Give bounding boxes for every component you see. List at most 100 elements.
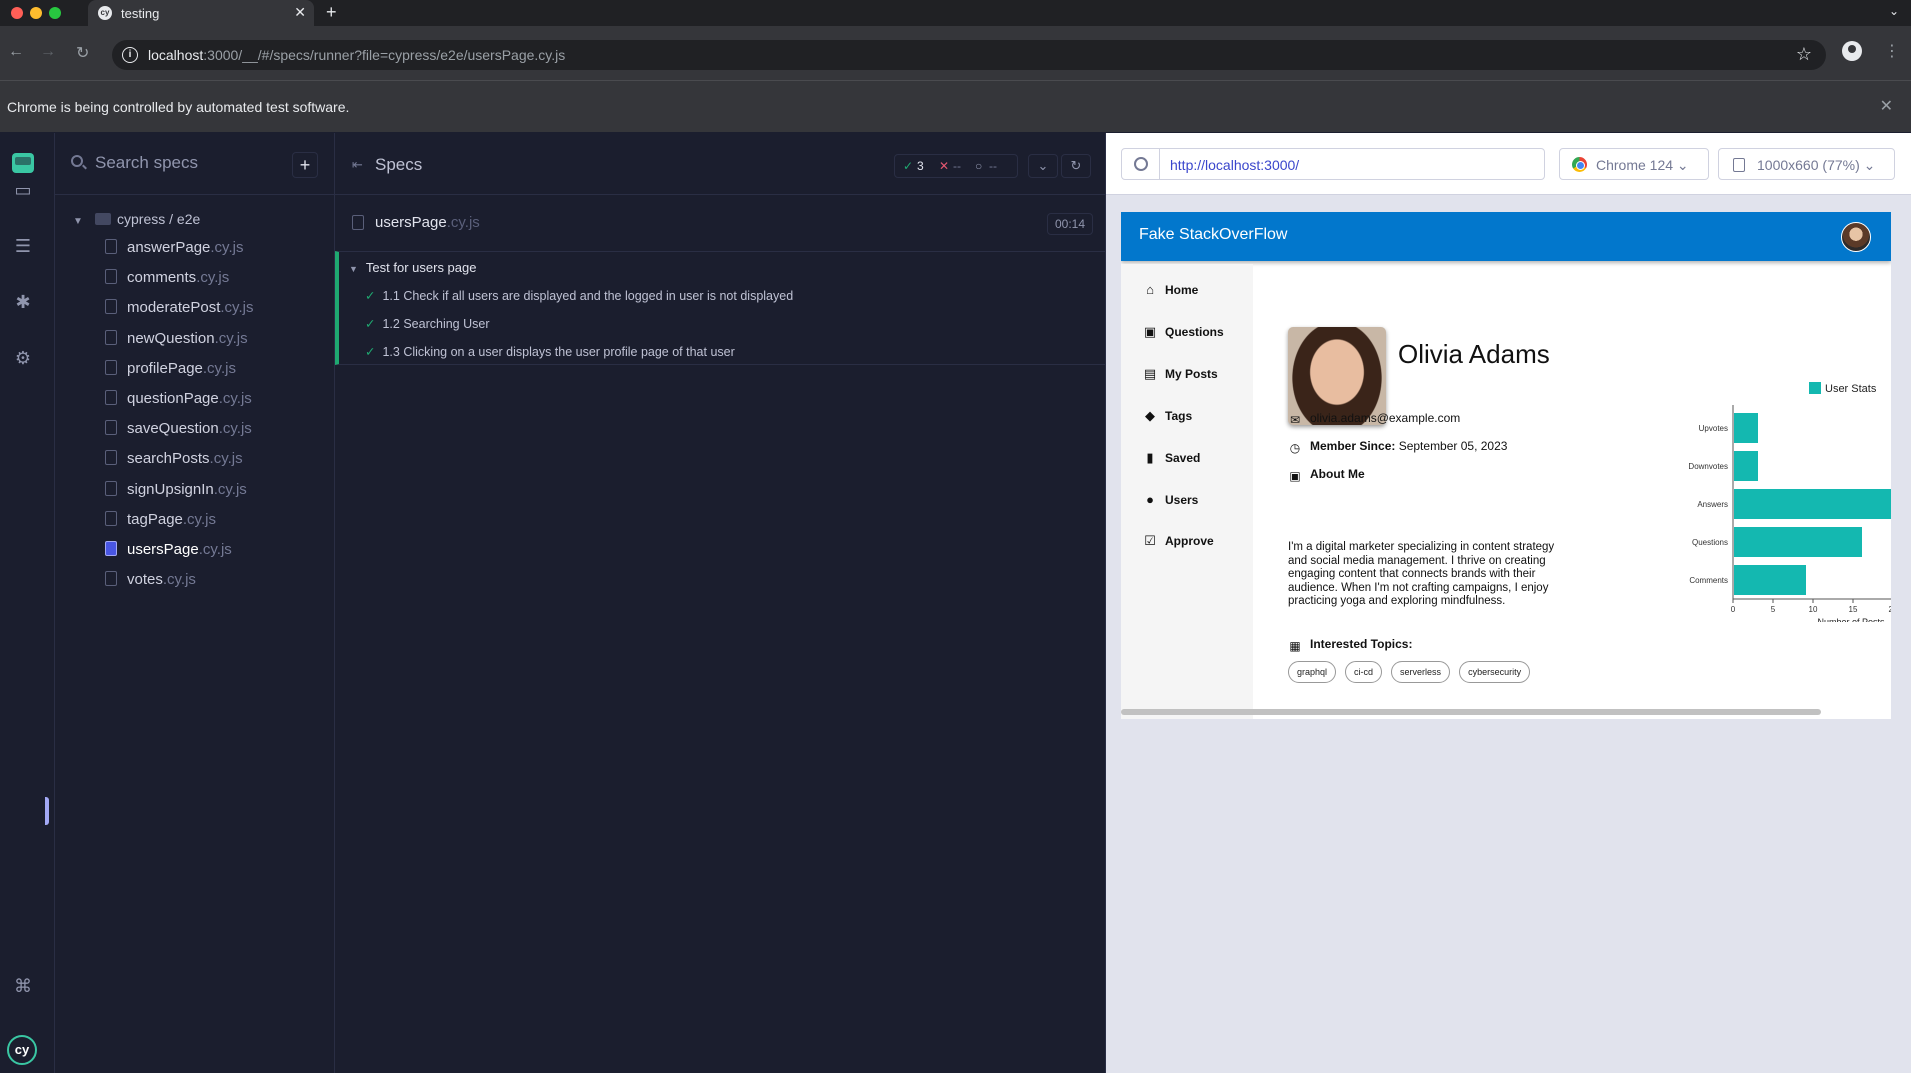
project-logo-icon[interactable] [12,153,34,173]
topic-chip[interactable]: ci-cd [1345,661,1383,683]
spec-item-usersPage[interactable]: usersPage.cy.js [105,541,232,565]
x-axis-label: Number of Posts [1817,617,1885,622]
aut-url-bar[interactable]: http://localhost:3000/ [1121,148,1545,180]
mail-icon: ✉ [1289,413,1301,427]
back-icon[interactable]: ← [8,43,24,61]
bookmark-star-icon[interactable]: ☆ [1796,44,1812,65]
aut-url[interactable]: http://localhost:3000/ [1170,157,1299,173]
collapse-specs-icon[interactable]: ⇤ [352,157,363,173]
rerun-button[interactable]: ↻ [1061,154,1091,178]
nav-users[interactable]: ● Users [1143,492,1198,512]
new-tab-button[interactable]: + [326,2,337,23]
forward-icon[interactable]: → [40,43,56,61]
test-item[interactable]: ✓ 1.2 Searching User [365,316,490,331]
spec-item-questionPage[interactable]: questionPage.cy.js [105,390,252,414]
address-url[interactable]: localhost:3000/__/#/specs/runner?file=cy… [148,47,565,63]
bookmark-icon: ▮ [1146,450,1154,465]
about-text: I'm a digital marketer specializing in c… [1288,541,1555,608]
horizontal-scrollbar[interactable] [1121,709,1821,715]
y-tick-label: Upvotes [1699,424,1728,433]
spec-item-profilePage[interactable]: profilePage.cy.js [105,359,236,384]
x-tick-label: 5 [1771,605,1776,614]
close-window-button[interactable] [11,7,23,19]
questions-icon: ▣ [1143,324,1157,339]
user-avatar[interactable] [1841,222,1871,252]
browser-selector[interactable]: Chrome 124 ⌄ [1559,148,1709,180]
spec-item-saveQuestion[interactable]: saveQuestion.cy.js [105,420,252,444]
app-title[interactable]: Fake StackOverFlow [1139,226,1287,244]
runs-nav-icon[interactable]: ☰ [12,235,34,257]
topic-chip[interactable]: cybersecurity [1459,661,1531,683]
bar-downvotes [1734,451,1758,481]
bar-questions [1734,527,1862,557]
more-menu-icon[interactable]: ⋮ [1884,41,1900,61]
profile-icon[interactable] [1842,41,1862,61]
about-heading: ▣ About Me [1289,467,1365,483]
topic-chip[interactable]: serverless [1391,661,1451,683]
file-icon [105,329,117,345]
file-icon [105,450,117,466]
selector-playground-crosshair-icon[interactable] [1122,149,1160,179]
nav-my-posts[interactable]: ▤ My Posts [1143,366,1218,386]
nav-questions[interactable]: ▣ Questions [1143,324,1224,344]
tab-close-icon[interactable]: ✕ [294,4,306,21]
cypress-sidebar-rail: ▭ ☰ ✱ ⚙ ⌘ cy [0,133,55,1073]
app-header: Fake StackOverFlow [1121,212,1891,261]
keyboard-shortcuts-icon[interactable]: ⌘ [12,975,34,997]
viewport-info[interactable]: 1000x660 (77%) ⌄ [1718,148,1895,180]
expand-options-button[interactable]: ⌄ [1028,154,1058,178]
new-spec-button[interactable]: + [292,152,318,178]
browser-tab[interactable]: cy testing ✕ [88,0,314,26]
test-item[interactable]: ✓ 1.1 Check if all users are displayed an… [365,288,793,303]
spec-item-votes[interactable]: votes.cy.js [105,571,196,595]
user-stats-chart: User Stats Upvotes Downvotes Answers Questio… [1688,382,1891,622]
chevron-down-icon: ▼ [73,216,83,227]
file-icon [105,269,117,285]
maximize-window-button[interactable] [49,7,61,19]
running-spec-name: usersPage.cy.js [375,214,480,231]
specs-nav-icon[interactable]: ▭ [12,179,34,201]
reload-icon[interactable]: ↻ [76,43,89,63]
reporter-header: ⇤ Specs ✓ 3 ✕ -- ○ -- ⌄ ↻ [335,133,1106,195]
test-suite[interactable]: ▼ Test for users page ✓ 1.1 Check if all u… [335,251,1106,365]
test-item[interactable]: ✓ 1.3 Clicking on a user displays the use… [365,344,735,359]
x-tick-label: 20 [1889,605,1891,614]
command-log-reporter: ⇤ Specs ✓ 3 ✕ -- ○ -- ⌄ ↻ usersPage.cy.j… [335,133,1106,1073]
nav-tags[interactable]: ◆ Tags [1143,408,1192,428]
suite-title[interactable]: ▼ Test for users page [349,260,476,275]
y-tick-label: Comments [1689,576,1728,585]
spec-file-icon [352,215,364,230]
legend-label: User Stats [1825,383,1877,395]
nav-approve[interactable]: ☑ Approve [1143,533,1214,553]
search-specs-input[interactable] [95,151,275,175]
spec-item-moderatePost[interactable]: moderatePost.cy.js [105,299,253,323]
nav-saved[interactable]: ▮ Saved [1143,450,1200,470]
topic-chip[interactable]: graphql [1288,661,1337,683]
pass-check-icon: ✓ [365,289,376,303]
nav-home[interactable]: ⌂ Home [1143,282,1198,302]
spec-item-signUpsignIn[interactable]: signUpsignIn.cy.js [105,480,247,505]
debug-nav-icon[interactable]: ✱ [12,291,34,313]
address-bar[interactable]: i localhost:3000/__/#/specs/runner?file=… [112,40,1826,70]
approve-icon: ☑ [1144,533,1156,548]
folder-cypress-e2e[interactable]: ▼ cypress / e2e [73,211,200,231]
tab-search-chevron-icon[interactable]: ⌄ [1889,4,1899,18]
topics-heading: ▦ Interested Topics: [1289,637,1413,653]
spec-item-searchPosts[interactable]: searchPosts.cy.js [105,450,243,474]
cypress-logo-icon[interactable]: cy [7,1035,37,1065]
user-profile: Olivia Adams ✉ olivia.adams@example.com ◷… [1253,264,1891,719]
file-icon [105,239,117,254]
bar-answers [1734,489,1891,519]
spec-item-comments[interactable]: comments.cy.js [105,269,229,293]
settings-gear-icon[interactable]: ⚙ [12,347,34,369]
spec-item-answerPage[interactable]: answerPage.cy.js [105,239,243,263]
spec-item-newQuestion[interactable]: newQuestion.cy.js [105,329,248,354]
infobar-close-icon[interactable]: ✕ [1880,96,1893,116]
site-info-icon[interactable]: i [122,47,138,63]
spec-item-tagPage[interactable]: tagPage.cy.js [105,510,216,535]
automation-infobar: Chrome is being controlled by automated … [0,80,1911,132]
minimize-window-button[interactable] [30,7,42,19]
spec-list-panel: + ▼ cypress / e2e answerPage.cy.js comment… [45,133,335,1073]
app-iframe: Fake StackOverFlow ⌂ Home ▣ Questions ▤ My … [1121,212,1891,719]
profile-name: Olivia Adams [1398,339,1550,369]
